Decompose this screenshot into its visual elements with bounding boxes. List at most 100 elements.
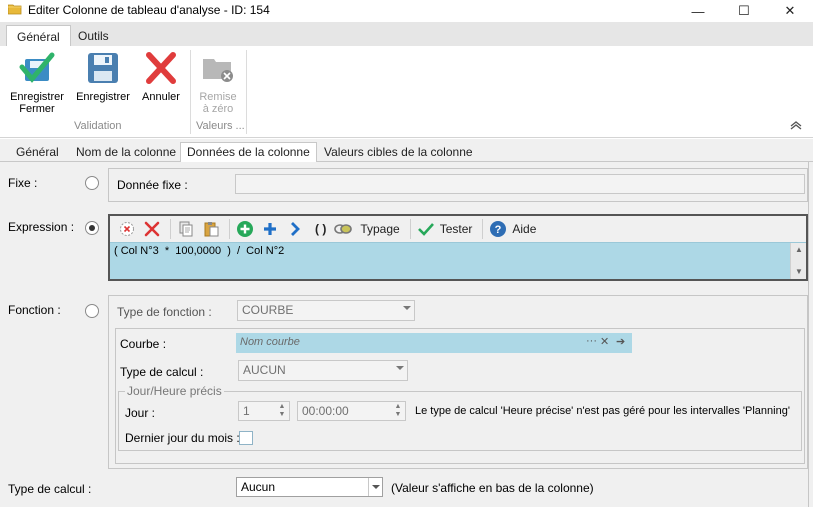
heure-precise-note: Le type de calcul 'Heure précise' n'est … — [415, 405, 790, 417]
jour-heure-group: Jour/Heure précis Jour : 1 ▲ ▼ 00:00:00 ▲… — [118, 384, 802, 451]
jour-spinner[interactable]: 1 ▲ ▼ — [238, 401, 290, 421]
save-label: Enregistrer — [76, 91, 130, 103]
link-icon[interactable] — [332, 218, 354, 240]
toolbar-separator — [229, 219, 230, 239]
time-spinner[interactable]: 00:00:00 ▲ ▼ — [297, 401, 406, 421]
last-day-checkbox[interactable] — [239, 431, 253, 445]
delete-icon[interactable] — [141, 218, 163, 240]
fonction-radio[interactable] — [85, 304, 99, 318]
reset-label: Remise à zéro — [199, 91, 237, 115]
courbe-placeholder: Nom courbe — [240, 336, 300, 348]
clear-icon[interactable]: ✕ — [600, 335, 609, 348]
save-close-label: Enregistrer Fermer — [10, 91, 64, 115]
time-value: 00:00:00 — [302, 404, 349, 418]
toolbar-separator — [482, 219, 484, 239]
fixe-radio[interactable] — [85, 176, 99, 190]
minimize-button[interactable]: — — [675, 0, 721, 22]
bottom-calc-select[interactable]: Aucun — [236, 477, 383, 497]
parentheses-button[interactable]: ( ) — [315, 222, 326, 236]
ribbon: Enregistrer Fermer Enregistrer Annuler R… — [0, 46, 813, 138]
spinner-arrows-icon[interactable]: ▲ ▼ — [276, 403, 288, 419]
save-close-button[interactable]: Enregistrer Fermer — [6, 49, 68, 115]
dropdown-button[interactable] — [368, 478, 382, 496]
calc-type-select[interactable]: AUCUN — [238, 360, 408, 381]
copy-icon[interactable] — [175, 218, 197, 240]
tab-column-data[interactable]: Données de la colonne — [180, 142, 317, 163]
aide-button[interactable]: Aide — [512, 222, 536, 236]
paste-icon[interactable] — [200, 218, 222, 240]
calc-type-value: AUCUN — [243, 363, 286, 377]
fixed-data-input[interactable] — [235, 174, 805, 194]
chevron-down-icon — [396, 366, 404, 370]
page-tab-bar: Général Nom de la colonne Données de la … — [0, 139, 813, 163]
main-content: Fixe : Donnée fixe : Expression : () Ty… — [0, 162, 813, 507]
toolbar-separator — [170, 219, 171, 239]
jour-value: 1 — [243, 404, 250, 418]
spinner-arrows-icon[interactable]: ▲ ▼ — [392, 403, 404, 419]
fonction-label: Fonction : — [8, 303, 61, 317]
save-button[interactable]: Enregistrer — [72, 49, 134, 103]
expression-scrollbar[interactable]: ▲ ▼ — [790, 243, 806, 279]
content-border — [808, 162, 809, 507]
save-close-icon — [19, 52, 55, 83]
ribbon-group-separator — [190, 50, 191, 134]
app-folder-icon — [8, 4, 22, 15]
browse-dots-icon[interactable]: ··· — [586, 335, 597, 347]
scroll-up-icon[interactable]: ▲ — [795, 245, 803, 254]
fixed-data-label: Donnée fixe : — [117, 178, 188, 192]
maximize-button[interactable]: ☐ — [721, 0, 767, 22]
close-button[interactable]: ✕ — [767, 0, 813, 22]
cancel-label: Annuler — [142, 91, 180, 103]
chevron-right-icon[interactable] — [284, 218, 306, 240]
expression-label: Expression : — [8, 220, 75, 234]
expression-radio[interactable] — [85, 221, 99, 235]
scroll-down-icon[interactable]: ▼ — [795, 267, 803, 276]
ribbon-group-separator — [246, 50, 247, 134]
tab-target-values[interactable]: Valeurs cibles de la colonne — [318, 143, 479, 162]
expression-text: ( Col N°3 * 100,0000 ) / Col N°2 — [114, 245, 285, 257]
function-type-select[interactable]: COURBE — [237, 300, 415, 321]
group-label-values: Valeurs ... — [196, 120, 245, 132]
minimize-icon: — — [691, 3, 705, 19]
svg-text:?: ? — [495, 224, 502, 236]
maximize-icon: ☐ — [738, 3, 750, 18]
collapse-ribbon-icon[interactable] — [789, 120, 803, 130]
chevron-down-icon — [372, 485, 380, 489]
plus-icon[interactable] — [259, 218, 281, 240]
checkmark-icon[interactable] — [415, 218, 437, 240]
fixe-label: Fixe : — [8, 176, 38, 190]
group-label-validation: Validation — [74, 120, 122, 132]
ribbon-tab-general[interactable]: Général — [6, 25, 71, 46]
ribbon-tab-bar: Général Outils — [0, 22, 813, 46]
reset-folder-icon — [203, 59, 233, 82]
title-bar: Editer Colonne de tableau d'analyse - ID… — [0, 0, 813, 22]
function-type-value: COURBE — [242, 303, 294, 317]
fixe-panel: Donnée fixe : — [108, 168, 808, 202]
cancel-x-icon — [146, 52, 176, 84]
clear-circle-icon[interactable] — [116, 218, 138, 240]
fonction-panel: Type de fonction : COURBE Courbe : Type … — [108, 295, 808, 469]
expression-text-area[interactable]: ( Col N°3 * 100,0000 ) / Col N°2 ▲ ▼ — [110, 242, 806, 279]
tab-general[interactable]: Général — [10, 143, 65, 162]
ribbon-tab-outils[interactable]: Outils — [68, 25, 119, 46]
jour-heure-group-title: Jour/Heure précis — [125, 384, 224, 398]
bottom-calc-value: Aucun — [241, 480, 276, 494]
floppy-disk-icon — [88, 53, 118, 83]
cancel-button[interactable]: Annuler — [137, 49, 185, 103]
courbe-label: Courbe : — [120, 337, 167, 351]
jour-label: Jour : — [125, 406, 156, 420]
last-day-label: Dernier jour du mois : — [125, 431, 240, 445]
close-icon: ✕ — [784, 3, 796, 18]
function-type-label: Type de fonction : — [117, 305, 212, 319]
typage-button[interactable]: Typage — [360, 222, 399, 236]
reset-button[interactable]: Remise à zéro — [195, 49, 241, 115]
tab-column-name[interactable]: Nom de la colonne — [70, 143, 182, 162]
help-icon[interactable]: ? — [487, 218, 509, 240]
calc-type-label: Type de calcul : — [120, 365, 204, 379]
chevron-down-icon — [403, 306, 411, 310]
go-arrow-icon[interactable]: ➔ — [616, 335, 625, 348]
add-circle-icon[interactable] — [234, 218, 256, 240]
tester-button[interactable]: Tester — [440, 222, 473, 236]
bottom-calc-note: (Valeur s'affiche en bas de la colonne) — [391, 481, 594, 495]
courbe-input[interactable]: Nom courbe ··· ✕ ➔ — [236, 333, 632, 353]
